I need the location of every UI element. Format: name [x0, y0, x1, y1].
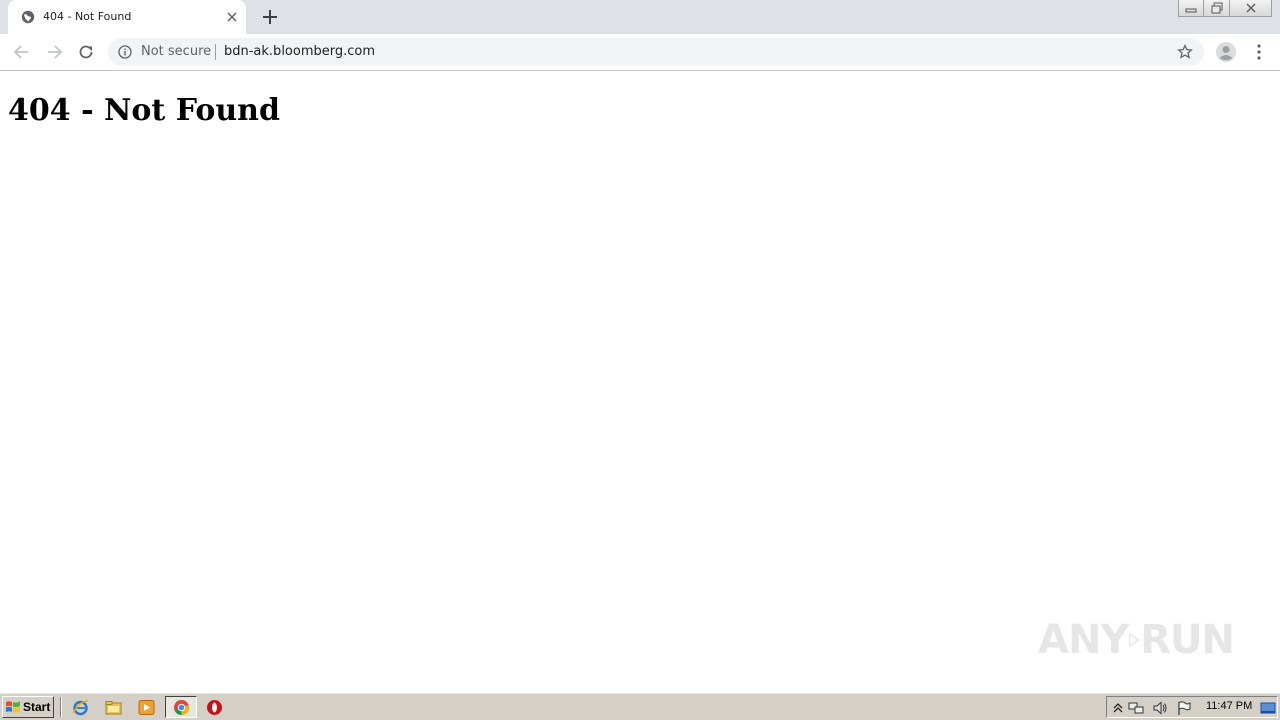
tab-title: 404 - Not Found [43, 10, 132, 23]
minimize-button[interactable] [1178, 0, 1204, 17]
start-label: Start [23, 700, 51, 714]
window-controls [1178, 0, 1272, 18]
globe-icon [21, 10, 35, 24]
url-text[interactable]: bdn-ak.bloomberg.com [224, 44, 375, 59]
restore-icon [1211, 2, 1222, 14]
restore-button[interactable] [1204, 0, 1230, 17]
info-icon[interactable] [118, 45, 132, 59]
bookmark-star-icon[interactable] [1177, 44, 1193, 60]
page-heading: 404 - Not Found [8, 93, 280, 128]
watermark-text-left: ANY [1038, 617, 1129, 663]
close-icon [1246, 3, 1255, 13]
action-center-flag-icon[interactable] [1176, 700, 1192, 716]
close-window-button[interactable] [1230, 0, 1272, 17]
start-button[interactable]: Start [2, 696, 54, 718]
minimize-icon [1185, 8, 1197, 13]
reload-icon[interactable] [76, 42, 96, 62]
opera-icon[interactable] [206, 699, 223, 716]
file-explorer-icon[interactable] [105, 699, 122, 716]
taskbar-clock[interactable]: 11:47 PM [1206, 700, 1252, 712]
omnibox-separator [215, 44, 216, 60]
profile-avatar-icon[interactable] [1215, 41, 1237, 63]
windows-logo-icon [6, 701, 20, 713]
chrome-icon [174, 700, 189, 715]
media-player-icon[interactable] [138, 699, 155, 716]
new-tab-icon[interactable] [261, 8, 279, 26]
anyrun-watermark: ANY RUN [1038, 608, 1235, 672]
back-arrow-icon[interactable] [12, 42, 32, 62]
vertical-dots-menu-icon[interactable] [1250, 43, 1268, 61]
close-tab-icon[interactable] [225, 10, 239, 24]
internet-explorer-icon[interactable] [72, 699, 89, 716]
play-logo-icon [1129, 633, 1141, 647]
watermark-text-right: RUN [1140, 617, 1235, 663]
address-bar[interactable]: Not secure bdn-ak.bloomberg.com [108, 38, 1204, 66]
system-tray: 11:47 PM [1106, 696, 1278, 718]
volume-icon[interactable] [1152, 700, 1168, 716]
chevron-up-icon[interactable] [1110, 700, 1126, 716]
security-status[interactable]: Not secure [141, 44, 211, 59]
tab-strip: 404 - Not Found [0, 0, 1280, 34]
show-desktop-icon[interactable] [1260, 700, 1276, 716]
browser-toolbar: Not secure bdn-ak.bloomberg.com [0, 34, 1280, 71]
tab-active[interactable]: 404 - Not Found [8, 0, 246, 34]
forward-arrow-icon[interactable] [44, 42, 64, 62]
network-icon[interactable] [1128, 700, 1144, 716]
taskbar-separator [60, 697, 62, 717]
windows-taskbar: Start 11:47 PM [0, 692, 1280, 720]
chrome-taskbar-button[interactable] [165, 696, 197, 718]
